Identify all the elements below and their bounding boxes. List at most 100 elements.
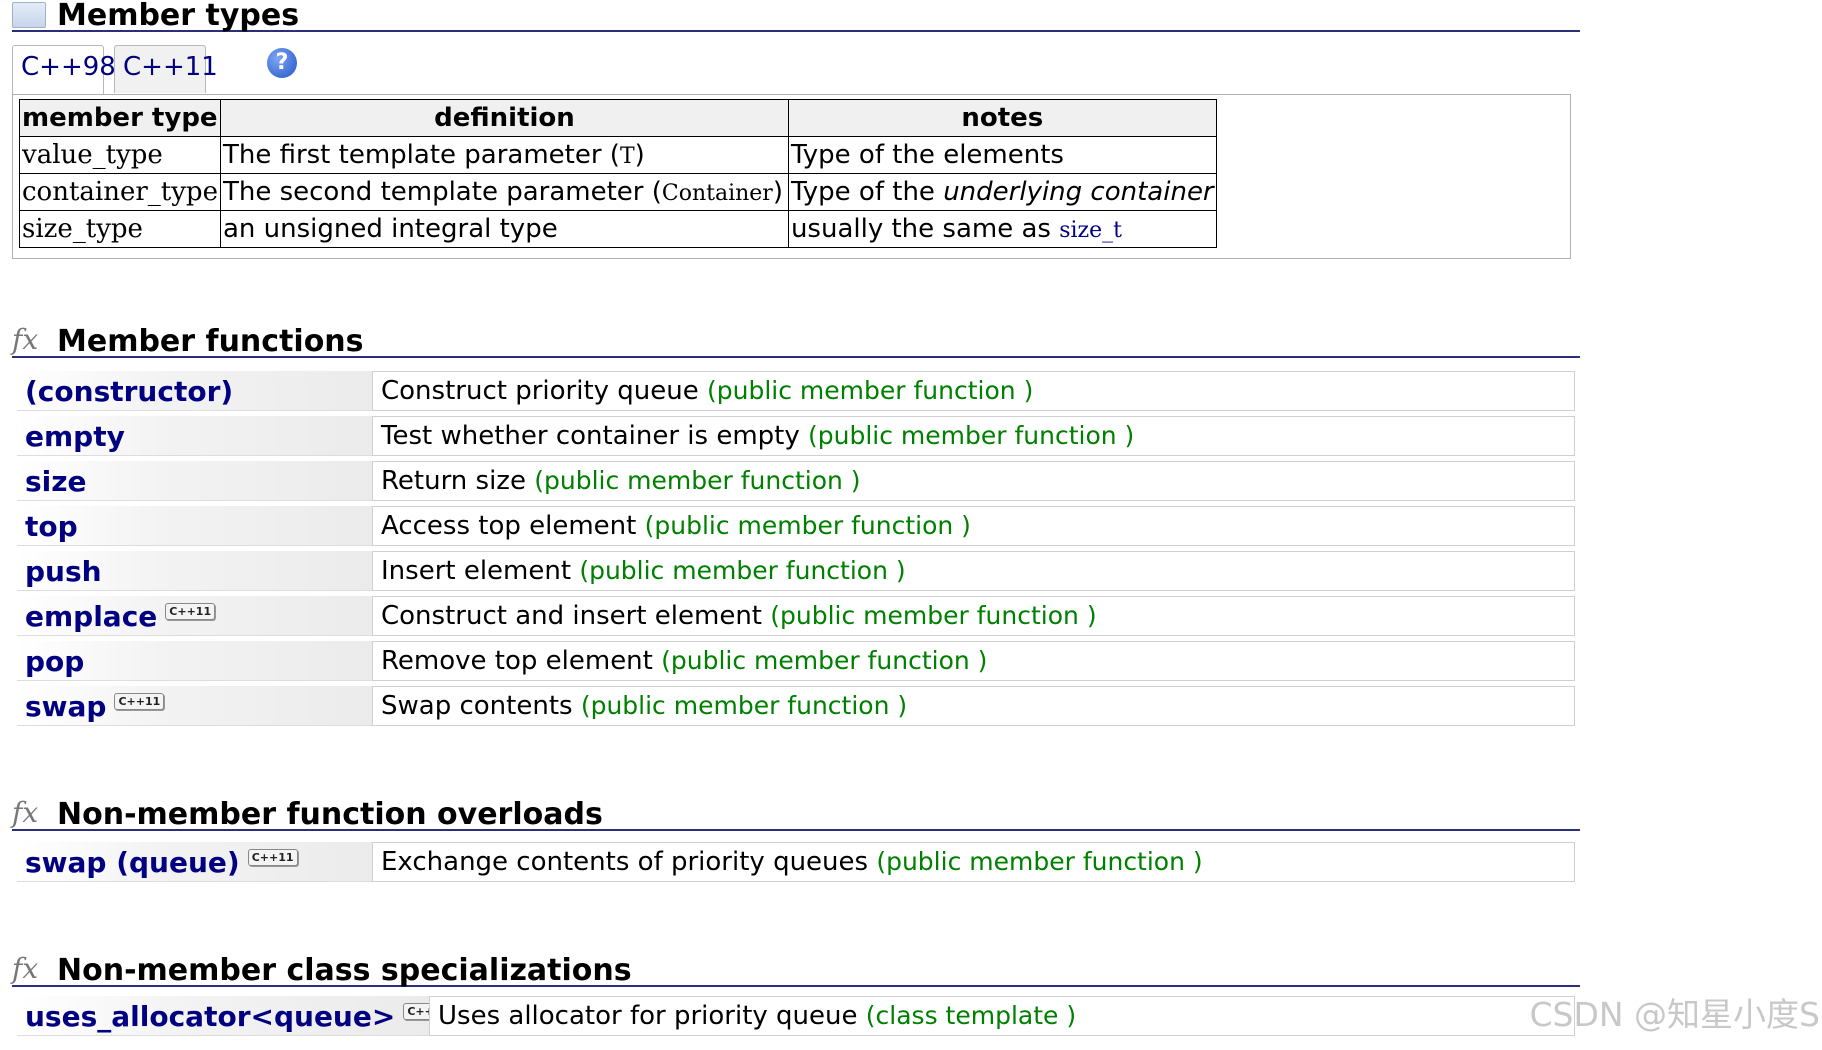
function-kind: (public member function )	[661, 646, 988, 675]
function-desc: Insert element (public member function )	[381, 556, 906, 586]
function-name-cell: size	[17, 461, 372, 501]
function-name-cell: (constructor)	[17, 371, 372, 411]
function-kind: (public member function )	[579, 556, 906, 585]
function-link-swap-queue[interactable]: swap (queue) C++11	[25, 846, 298, 879]
function-name-text: emplace	[25, 600, 158, 633]
desc-text: Insert element	[381, 556, 572, 586]
definition-code: Container	[661, 181, 773, 206]
list-item: empty Test whether container is empty (p…	[17, 416, 1575, 460]
function-link-swap[interactable]: swap C++11	[25, 690, 165, 723]
list-item: emplace C++11 Construct and insert elemen…	[17, 596, 1575, 640]
function-name-cell: emplace C++11	[17, 596, 372, 636]
member-type-cell: value_type	[19, 136, 221, 174]
member-functions-header: fx Member functions	[12, 324, 1580, 359]
member-types-panel: member type definition notes value_type …	[12, 94, 1571, 259]
function-link-pop[interactable]: pop	[25, 645, 84, 678]
desc-text: Construct and insert element	[381, 601, 762, 631]
table-row: container_type The second template param…	[19, 173, 1217, 211]
function-name-cell: uses_allocator<queue>C++11	[17, 996, 454, 1036]
member-types-header: Member types	[12, 0, 1580, 32]
fx-icon: fx	[12, 796, 39, 829]
function-kind: (public member function )	[644, 511, 971, 540]
size-t-link[interactable]: size_t	[1059, 218, 1122, 243]
function-kind: (public member function )	[707, 376, 1034, 405]
nonmember-overloads-header: fx Non-member function overloads	[12, 796, 1580, 831]
definition-text: The first template parameter (	[222, 140, 620, 170]
table-header-row: member type definition notes	[19, 99, 1217, 137]
desc-text: Construct priority queue	[381, 376, 699, 406]
function-link-constructor[interactable]: (constructor)	[25, 375, 233, 408]
watermark: CSDN @知星小度S	[1529, 995, 1820, 1034]
function-name-text: swap (queue)	[25, 846, 240, 879]
tab-cpp98[interactable]: C++98	[12, 45, 116, 95]
cpp11-badge: C++11	[114, 693, 165, 710]
definition-code: T	[619, 144, 635, 169]
nonmember-specializations-title: Non-member class specializations	[57, 953, 632, 988]
function-link-size[interactable]: size	[25, 465, 87, 498]
member-functions-list: (constructor) Construct priority queue (…	[17, 371, 1575, 731]
definition-cell: The second template parameter (Container…	[219, 173, 789, 211]
member-type-cell: container_type	[19, 173, 221, 211]
function-desc-cell: Insert element (public member function )	[372, 551, 1575, 591]
definition-text: an unsigned integral type	[222, 214, 558, 244]
function-desc-cell: Test whether container is empty (public …	[372, 416, 1575, 456]
definition-cell: an unsigned integral type	[219, 210, 789, 248]
fx-icon: fx	[12, 952, 39, 985]
function-link-top[interactable]: top	[25, 510, 78, 543]
list-item: pop Remove top element (public member fu…	[17, 641, 1575, 685]
desc-text: Remove top element	[381, 646, 653, 676]
member-types-table: member type definition notes value_type …	[19, 99, 1217, 248]
function-desc: Access top element (public member functi…	[381, 511, 971, 541]
header-notes: notes	[787, 99, 1217, 137]
definition-close: )	[772, 177, 783, 207]
header-member-type: member type	[19, 99, 221, 137]
function-desc: Uses allocator for priority queue (class…	[438, 1001, 1076, 1031]
function-link-emplace[interactable]: emplace C++11	[25, 600, 216, 633]
function-link-empty[interactable]: empty	[25, 420, 125, 453]
list-item: push Insert element (public member funct…	[17, 551, 1575, 595]
function-desc-cell: Return size (public member function )	[372, 461, 1575, 501]
nonmember-specializations-list: uses_allocator<queue>C++11 Uses allocato…	[17, 996, 1575, 1041]
list-item: (constructor) Construct priority queue (…	[17, 371, 1575, 415]
function-desc: Test whether container is empty (public …	[381, 421, 1134, 451]
function-desc: Swap contents (public member function )	[381, 691, 907, 721]
desc-text: Return size	[381, 466, 526, 496]
function-link-push[interactable]: push	[25, 555, 102, 588]
help-icon[interactable]: ?	[267, 48, 297, 78]
cpp11-badge: C++11	[165, 603, 216, 620]
desc-text: Uses allocator for priority queue	[438, 1001, 858, 1031]
notes-cell: Type of the underlying container	[787, 173, 1217, 211]
list-item: swap C++11 Swap contents (public member f…	[17, 686, 1575, 730]
function-desc-cell: Construct priority queue (public member …	[372, 371, 1575, 411]
notes-cell: usually the same as size_t	[787, 210, 1217, 248]
notes-text: Type of the	[790, 177, 944, 207]
function-kind: (public member function )	[580, 691, 908, 720]
desc-text: Test whether container is empty	[381, 421, 800, 451]
desc-text: Access top element	[381, 511, 637, 541]
function-desc-cell: Construct and insert element (public mem…	[372, 596, 1575, 636]
function-name-cell: swap C++11	[17, 686, 372, 726]
list-item: top Access top element (public member fu…	[17, 506, 1575, 550]
member-functions-title: Member functions	[57, 324, 364, 359]
notes-text: Type of the elements	[790, 140, 1064, 170]
desc-text: Swap contents	[381, 691, 573, 721]
function-kind: (class template )	[865, 1001, 1077, 1030]
function-kind: (public member function )	[534, 466, 861, 495]
function-desc-cell: Remove top element (public member functi…	[372, 641, 1575, 681]
function-desc-cell: Access top element (public member functi…	[372, 506, 1575, 546]
notes-text: usually the same as	[790, 214, 1060, 244]
table-row: value_type The first template parameter …	[19, 136, 1217, 174]
function-desc: Remove top element (public member functi…	[381, 646, 987, 676]
function-kind: (public member function )	[808, 421, 1135, 450]
cpp11-badge: C++11	[247, 849, 298, 866]
member-types-title: Member types	[57, 0, 300, 33]
function-kind: (public member function )	[770, 601, 1097, 630]
tab-cpp11[interactable]: C++11	[114, 45, 218, 93]
function-name-text: swap	[25, 690, 107, 723]
function-link-uses-allocator[interactable]: uses_allocator<queue>C++11	[25, 1000, 454, 1033]
definition-cell: The first template parameter (T)	[219, 136, 789, 174]
function-kind: (public member function )	[876, 847, 1203, 876]
definition-text: The second template parameter (	[222, 177, 662, 207]
function-desc-cell: Swap contents (public member function )	[372, 686, 1575, 726]
function-name-cell: empty	[17, 416, 372, 456]
